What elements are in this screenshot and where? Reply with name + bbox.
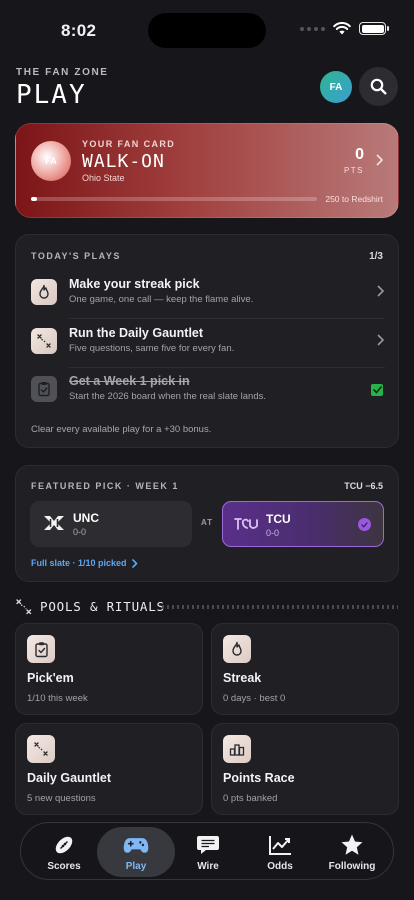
play-item-streak[interactable]: Make your streak pick One game, one call… [31, 273, 385, 319]
pool-tile-points-race[interactable]: Points Race 0 pts banked [211, 723, 399, 815]
todays-plays-card: TODAY'S PLAYS 1/3 Make your streak pick … [15, 234, 399, 448]
team-name: TCU [266, 512, 291, 526]
status-bar: 8:02 [0, 0, 414, 60]
fan-card-rank: WALK-ON [82, 151, 165, 172]
tcu-logo-icon [234, 513, 260, 535]
todays-plays-count: 1/3 [369, 251, 383, 262]
unc-logo-icon [41, 512, 67, 534]
team-option-unc[interactable]: UNC 0-0 [30, 501, 192, 547]
tab-label: Odds [267, 861, 293, 872]
chevron-right-icon [377, 285, 385, 297]
play-subtitle: Start the 2026 board when the real slate… [69, 391, 266, 402]
dotted-divider [162, 605, 398, 609]
fan-card-label: YOUR FAN CARD [82, 139, 176, 149]
tab-following[interactable]: Following [313, 827, 391, 877]
dynamic-island [148, 13, 266, 48]
clipboard-check-icon [31, 376, 57, 402]
wifi-icon [333, 22, 351, 35]
tab-wire[interactable]: Wire [169, 827, 247, 877]
chevron-right-icon [377, 334, 385, 346]
points-value: 0 [355, 146, 364, 163]
points-unit: PTS [343, 166, 364, 175]
play-title: Make your streak pick [69, 277, 200, 291]
todays-plays-label: TODAY'S PLAYS [31, 251, 121, 261]
tab-label: Following [328, 861, 376, 872]
check-icon [371, 384, 383, 396]
pool-name: Streak [223, 671, 262, 685]
flame-icon [223, 635, 251, 663]
play-item-gauntlet[interactable]: Run the Daily Gauntlet Five questions, s… [31, 322, 385, 368]
tab-odds[interactable]: Odds [241, 827, 319, 877]
pool-tile-gauntlet[interactable]: Daily Gauntlet 5 new questions [15, 723, 203, 815]
clipboard-check-icon [27, 635, 55, 663]
bottom-tab-bar: Scores Play Wire Odds Following [20, 822, 394, 880]
profile-avatar[interactable]: FA [320, 71, 352, 103]
featured-pick-label: FEATURED PICK · WEEK 1 [31, 481, 179, 491]
trend-chart-icon [267, 833, 293, 857]
tab-label: Wire [197, 861, 219, 872]
battery-icon [359, 22, 389, 35]
team-record: 0-0 [73, 527, 87, 537]
at-label: AT [201, 518, 214, 527]
fan-card-avatar: FA [31, 141, 71, 181]
selected-check-icon [358, 518, 371, 531]
play-diagram-icon [31, 328, 57, 354]
rank-progress-label: 250 to Redshirt [325, 194, 383, 204]
chat-bubble-icon [195, 833, 221, 857]
pool-name: Pick'em [27, 671, 74, 685]
play-title: Run the Daily Gauntlet [69, 326, 204, 340]
pool-name: Points Race [223, 771, 295, 785]
tab-label: Play [125, 861, 147, 872]
page-eyebrow: THE FAN ZONE [16, 67, 109, 78]
pools-title: POOLS & RITUALS [40, 599, 165, 614]
pool-subtitle: 0 pts banked [223, 793, 278, 804]
pool-subtitle: 0 days · best 0 [223, 693, 286, 704]
status-icons [300, 22, 389, 35]
play-subtitle: Five questions, same five for every fan. [69, 343, 235, 354]
play-subtitle: One game, one call — keep the flame aliv… [69, 294, 254, 305]
rank-progress-fill [31, 197, 37, 201]
pool-tile-streak[interactable]: Streak 0 days · best 0 [211, 623, 399, 715]
podium-icon [223, 735, 251, 763]
chevron-right-icon [131, 558, 138, 568]
star-icon [339, 833, 365, 857]
betting-spread: TCU −6.5 [344, 481, 383, 491]
pool-tile-pickem[interactable]: Pick'em 1/10 this week [15, 623, 203, 715]
bonus-text: Clear every available play for a +30 bon… [31, 424, 212, 435]
tab-scores[interactable]: Scores [25, 827, 103, 877]
tab-label: Scores [47, 861, 81, 872]
search-icon [370, 78, 387, 95]
full-slate-label: Full slate · 1/10 picked [31, 558, 127, 568]
football-icon [51, 833, 77, 857]
team-option-tcu[interactable]: TCU 0-0 [222, 501, 384, 547]
team-record: 0-0 [266, 528, 280, 538]
cellular-signal-icon [300, 26, 325, 31]
play-diagram-icon [27, 735, 55, 763]
pool-subtitle: 5 new questions [27, 793, 96, 804]
featured-pick-card: FEATURED PICK · WEEK 1 TCU −6.5 UNC 0-0 … [15, 465, 399, 582]
flame-icon [31, 279, 57, 305]
full-slate-link[interactable]: Full slate · 1/10 picked [31, 558, 138, 568]
page-title: PLAY [16, 80, 87, 110]
search-button[interactable] [359, 67, 398, 106]
fan-card-team: Ohio State [82, 173, 125, 183]
status-time: 8:02 [61, 21, 97, 40]
rank-progress-bar [31, 197, 317, 201]
pool-subtitle: 1/10 this week [27, 693, 88, 704]
gamepad-icon [123, 833, 149, 857]
chevron-right-icon [376, 154, 383, 166]
pools-header: POOLS & RITUALS [16, 597, 400, 617]
tab-play[interactable]: Play [97, 827, 175, 877]
fan-card[interactable]: FA YOUR FAN CARD WALK-ON Ohio State 0 PT… [15, 123, 399, 218]
pool-name: Daily Gauntlet [27, 771, 112, 785]
play-title: Get a Week 1 pick in [69, 374, 190, 388]
play-item-week1[interactable]: Get a Week 1 pick in Start the 2026 boar… [31, 370, 385, 416]
fan-card-points: 0 PTS [344, 146, 364, 175]
play-diagram-icon [16, 599, 32, 615]
team-name: UNC [73, 511, 99, 525]
